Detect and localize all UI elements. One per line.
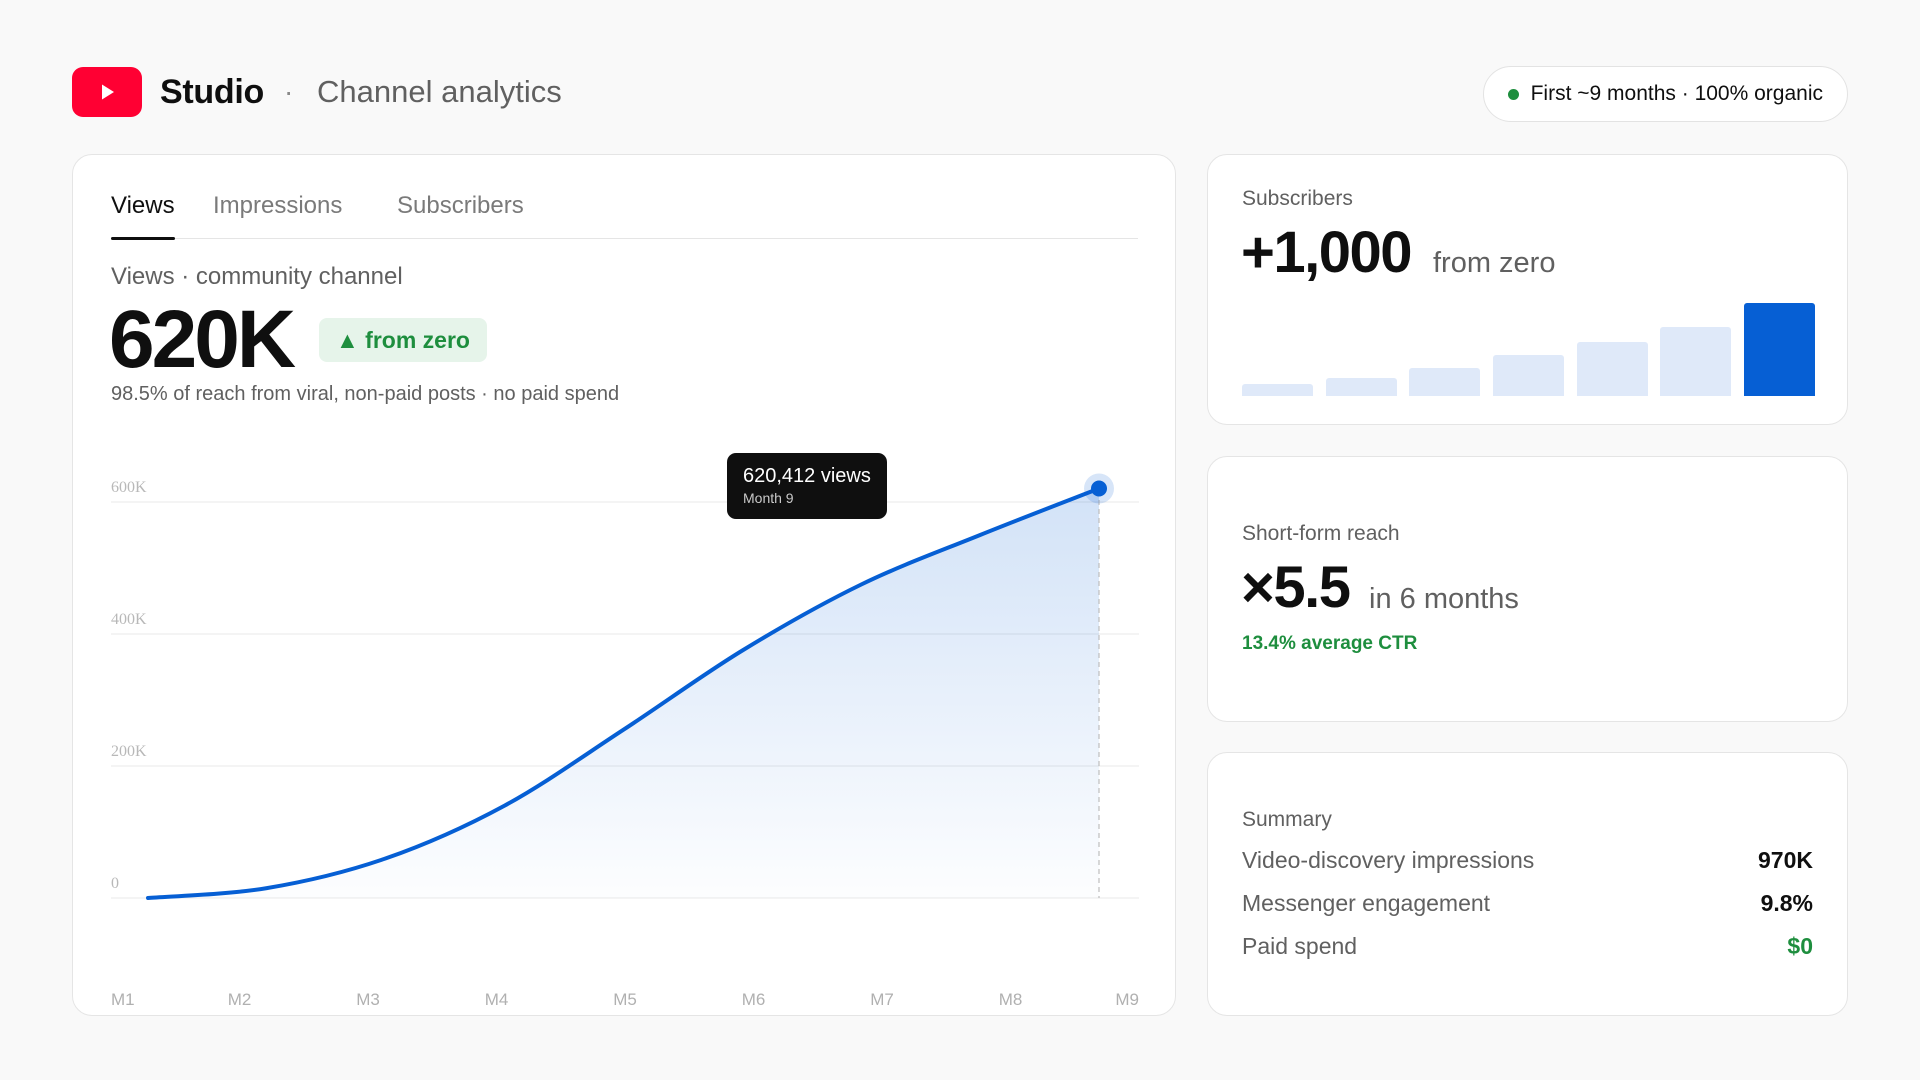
summary-key: Paid spend <box>1242 933 1358 959</box>
x-tick-label: M1 <box>111 990 135 1009</box>
summary-card: Summary Video-discovery impressions 970K… <box>1207 752 1848 1016</box>
status-dot-icon <box>1507 88 1519 100</box>
summary-row: Messenger engagement 9.8% <box>1242 890 1813 924</box>
status-text: First ~9 months · 100% organic <box>1530 82 1823 105</box>
highlight-point <box>1091 480 1107 497</box>
subscribers-card: Subscribers +1,000 from zero <box>1207 154 1848 425</box>
subscriber-bar <box>1660 327 1732 396</box>
subscribers-suffix: from zero <box>1433 247 1556 279</box>
reach-suffix: in 6 months <box>1369 583 1519 615</box>
summary-value: $0 <box>1787 933 1813 959</box>
views-analytics-card: Views Impressions Subscribers Views · co… <box>72 154 1176 1016</box>
y-tick-label: 600K <box>111 479 147 496</box>
reach-value: ×5.5 <box>1241 555 1351 620</box>
views-area <box>148 488 1099 898</box>
brand-name: Studio <box>160 73 264 111</box>
header-separator: · <box>284 76 294 107</box>
page-header: Studio · Channel analytics First ~9 mont… <box>72 66 1848 122</box>
summary-row: Paid spend $0 <box>1242 933 1813 967</box>
subscriber-bar <box>1744 303 1815 396</box>
short-form-reach-card: Short-form reach ×5.5 in 6 months 13.4% … <box>1207 456 1848 722</box>
subscriber-bar <box>1493 355 1564 396</box>
x-tick-label: M6 <box>742 990 766 1009</box>
chart-tooltip: 620,412 views Month 9 <box>727 453 887 519</box>
subscriber-bar <box>1242 383 1313 396</box>
subscribers-value: +1,000 <box>1241 220 1413 285</box>
ctr-value: 13.4% average CTR <box>1242 633 1418 654</box>
tooltip-period: Month 9 <box>743 490 794 506</box>
summary-row: Video-discovery impressions 970K <box>1242 847 1813 881</box>
x-tick-label: M8 <box>999 990 1023 1009</box>
x-tick-label: M2 <box>228 990 252 1009</box>
views-chart[interactable]: 0 200K 400K 600K M1 M2 M3 M4 M5 M6 M7 M8 M9 <box>73 155 1177 1017</box>
summary-key: Messenger engagement <box>1242 890 1491 916</box>
x-tick-label: M9 <box>1115 990 1139 1009</box>
subscriber-bar <box>1576 342 1648 396</box>
status-pill: First ~9 months · 100% organic <box>1482 66 1848 122</box>
youtube-logo[interactable] <box>72 67 142 117</box>
summary-value: 9.8% <box>1760 890 1813 916</box>
y-tick-label: 0 <box>111 875 119 892</box>
play-icon <box>102 84 114 100</box>
x-tick-label: M4 <box>485 990 509 1009</box>
x-tick-label: M7 <box>870 990 894 1009</box>
x-tick-label: M5 <box>613 990 637 1009</box>
summary-key: Video-discovery impressions <box>1242 847 1535 873</box>
tooltip-value: 620,412 views <box>743 465 871 487</box>
subscriber-bar <box>1325 378 1397 396</box>
y-tick-label: 400K <box>111 611 147 628</box>
reach-label: Short-form reach <box>1242 522 1400 545</box>
subscribers-bar-chart <box>1242 303 1815 396</box>
subscriber-bar <box>1409 368 1481 396</box>
subscribers-label: Subscribers <box>1242 187 1353 210</box>
summary-label: Summary <box>1242 808 1332 831</box>
y-tick-label: 200K <box>111 743 147 760</box>
x-tick-label: M3 <box>356 990 380 1009</box>
summary-value: 970K <box>1758 847 1813 873</box>
page-title: Channel analytics <box>317 74 562 109</box>
